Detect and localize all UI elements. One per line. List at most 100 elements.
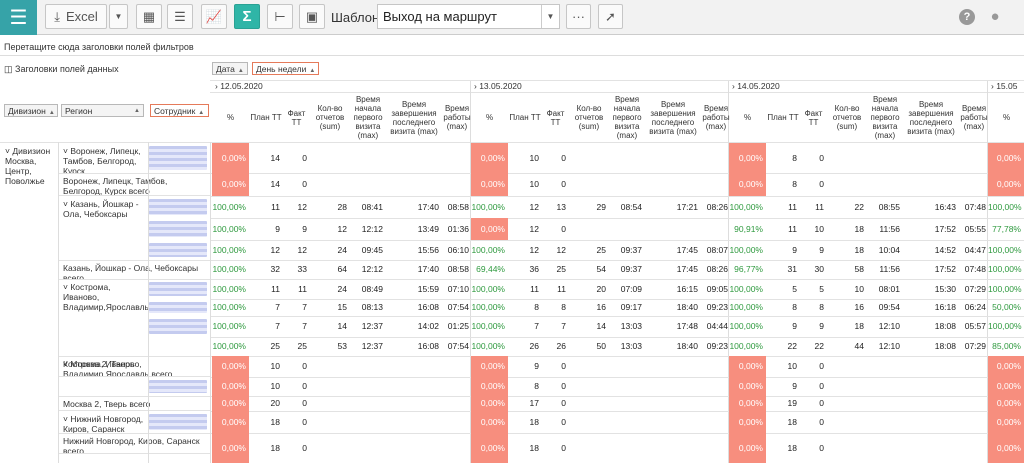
value-cell: 0 bbox=[561, 443, 566, 453]
help-icon[interactable]: ? bbox=[959, 9, 975, 25]
sigma-icon[interactable]: Σ bbox=[234, 4, 260, 29]
value-cell: 0 bbox=[819, 153, 824, 163]
region-label[interactable]: ˅ Воронеж, Липецк, Тамбов, Белгород, Кур… bbox=[60, 143, 148, 173]
value-cell bbox=[609, 173, 645, 196]
checklist-icon[interactable]: ☰ bbox=[167, 4, 193, 29]
percent-cell: 0,00% bbox=[729, 411, 766, 433]
value-cell: 07:48 bbox=[964, 264, 986, 274]
value-cell: 9 bbox=[275, 224, 280, 234]
value-cell bbox=[609, 377, 645, 396]
value-cell: 22 bbox=[787, 341, 797, 351]
percent-cell: 100,00% bbox=[729, 341, 763, 351]
value-cell: 0 bbox=[561, 179, 566, 189]
column-header: % bbox=[1002, 113, 1011, 122]
column-header: План ТТ bbox=[250, 113, 282, 122]
percent-cell: 0,00% bbox=[988, 356, 1024, 377]
presentation-icon[interactable]: ▣ bbox=[299, 4, 325, 29]
employee-name-redacted[interactable] bbox=[149, 414, 207, 430]
value-cell: 12 bbox=[529, 224, 539, 234]
value-cell: 17:52 bbox=[934, 264, 956, 274]
value-cell: 01:36 bbox=[447, 224, 469, 234]
value-cell: 0 bbox=[302, 417, 307, 427]
share-icon[interactable]: ➚ bbox=[598, 4, 623, 29]
employee-name-redacted[interactable] bbox=[149, 221, 207, 237]
value-cell: 18:08 bbox=[934, 341, 956, 351]
tree-icon[interactable]: ⊢ bbox=[267, 4, 293, 29]
value-cell: 0 bbox=[819, 417, 824, 427]
value-cell: 0 bbox=[302, 398, 307, 408]
value-cell: 08:13 bbox=[361, 302, 383, 312]
value-cell: 29 bbox=[596, 202, 606, 212]
date-header[interactable]: › 13.05.2020 bbox=[471, 81, 726, 92]
percent-cell: 0,00% bbox=[212, 173, 249, 196]
value-cell: 0 bbox=[561, 224, 566, 234]
value-cell bbox=[442, 173, 472, 196]
value-cell: 9 bbox=[534, 361, 539, 371]
sort-icon: ▲ bbox=[309, 68, 316, 74]
value-cell bbox=[442, 143, 472, 173]
chart-icon[interactable]: 📈 bbox=[201, 4, 227, 29]
value-cell bbox=[310, 411, 350, 433]
employee-name-redacted[interactable] bbox=[149, 199, 207, 215]
employee-name-redacted[interactable] bbox=[149, 243, 207, 257]
template-select[interactable]: Выход на маршрут ▼ bbox=[377, 4, 560, 29]
region-label[interactable]: ˅ Кострома, Иваново, Владимир,Ярославль bbox=[60, 279, 148, 353]
value-cell bbox=[701, 377, 731, 396]
value-cell: 0 bbox=[302, 179, 307, 189]
percent-cell: 0,00% bbox=[729, 377, 766, 396]
value-cell: 07:10 bbox=[447, 284, 469, 294]
column-field-date[interactable]: Дата ▲ bbox=[212, 62, 248, 75]
more-icon[interactable]: ··· bbox=[566, 4, 591, 29]
value-cell bbox=[310, 143, 350, 173]
column-field-weekday[interactable]: День недели ▲ bbox=[252, 62, 320, 75]
percent-cell: 0,00% bbox=[988, 173, 1024, 196]
region-label[interactable]: ˅ Нижний Новгород, Киров, Саранск bbox=[60, 411, 148, 433]
date-header[interactable]: › 14.05.2020 bbox=[729, 81, 984, 92]
value-cell: 12:37 bbox=[361, 321, 383, 331]
employee-name-redacted[interactable] bbox=[149, 319, 207, 334]
value-cell: 05:57 bbox=[964, 321, 986, 331]
value-cell: 0 bbox=[819, 361, 824, 371]
value-cell: 7 bbox=[302, 321, 307, 331]
division-label[interactable]: ˅ Дивизион Москва, Центр, Поволжье bbox=[2, 143, 57, 203]
value-cell bbox=[903, 356, 959, 377]
value-cell: 14:02 bbox=[417, 321, 439, 331]
excel-dropdown-button[interactable]: ▼ bbox=[109, 4, 128, 29]
value-cell: 17:45 bbox=[676, 264, 698, 274]
excel-export-button[interactable]: ⤓ Excel bbox=[45, 4, 107, 29]
percent-cell: 100,00% bbox=[729, 321, 763, 331]
percent-cell: 100,00% bbox=[471, 245, 505, 255]
value-cell: 04:47 bbox=[964, 245, 986, 255]
sort-icon: ▲ bbox=[237, 68, 244, 74]
employee-name-redacted[interactable] bbox=[149, 380, 207, 393]
date-header[interactable]: › 12.05.2020 bbox=[212, 81, 467, 92]
employee-name-redacted[interactable] bbox=[149, 302, 207, 313]
column-header: Факт ТТ bbox=[546, 108, 565, 127]
value-cell: 0 bbox=[819, 443, 824, 453]
column-header: Время начала первого визита (max) bbox=[353, 95, 383, 140]
column-header: Время работы (max) bbox=[702, 104, 730, 131]
value-cell bbox=[310, 377, 350, 396]
menu-icon[interactable]: ☰ bbox=[0, 0, 37, 35]
row-divider bbox=[58, 453, 210, 454]
percent-cell: 0,00% bbox=[212, 143, 249, 173]
value-cell bbox=[569, 377, 609, 396]
value-cell: 18:08 bbox=[934, 321, 956, 331]
date-header[interactable]: › 15.05 bbox=[988, 81, 1024, 92]
value-cell: 9 bbox=[792, 245, 797, 255]
percent-cell: 100,00% bbox=[729, 202, 763, 212]
employee-name-redacted[interactable] bbox=[149, 282, 207, 296]
region-label[interactable]: ˅ Казань, Йошкар - Ола, Чебоксары bbox=[60, 196, 148, 259]
value-cell: 07:54 bbox=[447, 341, 469, 351]
value-cell bbox=[645, 433, 701, 463]
employee-name-redacted[interactable] bbox=[149, 146, 207, 170]
value-cell: 44 bbox=[854, 341, 864, 351]
value-cell: 11:56 bbox=[879, 264, 900, 274]
region-label[interactable]: ˅ Москва 2, Тверь bbox=[60, 356, 148, 396]
value-cell bbox=[867, 356, 903, 377]
value-cell: 06:24 bbox=[964, 302, 986, 312]
value-cell: 09:54 bbox=[878, 302, 900, 312]
value-cell: 12 bbox=[529, 245, 539, 255]
user-icon[interactable]: ● bbox=[987, 9, 1003, 25]
table-icon[interactable]: ▦ bbox=[136, 4, 162, 29]
